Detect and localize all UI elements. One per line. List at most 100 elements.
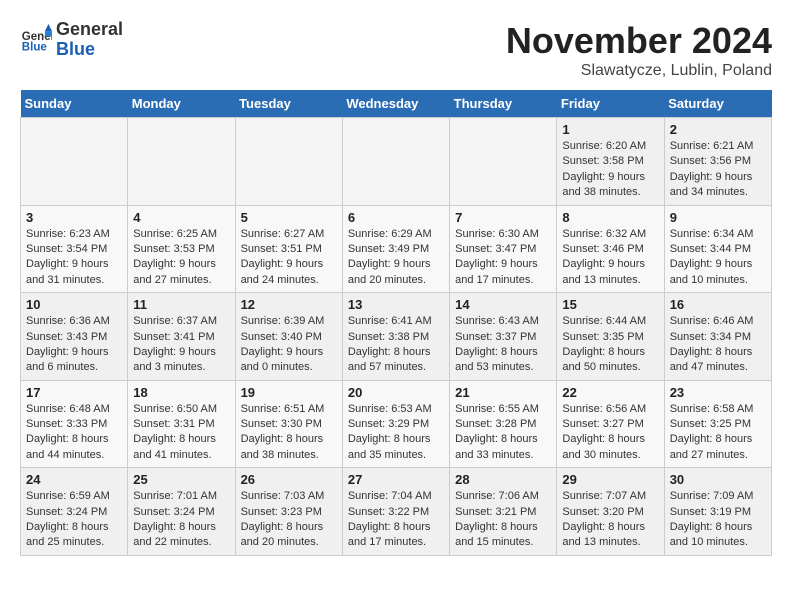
calendar-cell: [235, 118, 342, 206]
day-number: 2: [670, 122, 766, 137]
calendar-cell: 17 Sunrise: 6:48 AM Sunset: 3:33 PM Dayli…: [21, 380, 128, 468]
calendar-cell: 7 Sunrise: 6:30 AM Sunset: 3:47 PM Daylig…: [450, 205, 557, 293]
calendar-cell: 14Sunrise: 6:43 AM Sunset: 3:37 PM Dayli…: [450, 293, 557, 381]
weekday-header: Wednesday: [342, 90, 449, 118]
day-info: Sunrise: 6:21 AM Sunset: 3:56 PM Dayligh…: [670, 139, 766, 201]
calendar-week-row: 1Sunrise: 6:20 AM Sunset: 3:58 PM Daylig…: [21, 118, 772, 206]
day-number: 30: [670, 472, 766, 487]
calendar-cell: 1Sunrise: 6:20 AM Sunset: 3:58 PM Daylig…: [557, 118, 664, 206]
calendar-table: SundayMondayTuesdayWednesdayThursdayFrid…: [20, 90, 772, 556]
day-info: Sunrise: 6:59 AM Sunset: 3:24 PM Dayligh…: [26, 489, 122, 551]
day-number: 25: [133, 472, 229, 487]
weekday-header: Monday: [128, 90, 235, 118]
calendar-cell: 22 Sunrise: 6:56 AM Sunset: 3:27 PM Dayli…: [557, 380, 664, 468]
day-number: 4: [133, 210, 229, 225]
calendar-cell: 28 Sunrise: 7:06 AM Sunset: 3:21 PM Dayli…: [450, 468, 557, 556]
calendar-cell: 18 Sunrise: 6:50 AM Sunset: 3:31 PM Dayli…: [128, 380, 235, 468]
day-number: 10: [26, 297, 122, 312]
calendar-cell: 11 Sunrise: 6:37 AM Sunset: 3:41 PM Dayli…: [128, 293, 235, 381]
day-info: Sunrise: 7:06 AM Sunset: 3:21 PM Dayligh…: [455, 489, 551, 551]
day-info: Sunrise: 7:07 AM Sunset: 3:20 PM Dayligh…: [562, 489, 658, 551]
day-info: Sunrise: 6:55 AM Sunset: 3:28 PM Dayligh…: [455, 402, 551, 464]
day-number: 29: [562, 472, 658, 487]
day-number: 21: [455, 385, 551, 400]
day-info: Sunrise: 7:03 AM Sunset: 3:23 PM Dayligh…: [241, 489, 337, 551]
day-number: 12: [241, 297, 337, 312]
calendar-cell: 21 Sunrise: 6:55 AM Sunset: 3:28 PM Dayli…: [450, 380, 557, 468]
logo: General Blue General Blue: [20, 20, 123, 60]
weekday-header: Saturday: [664, 90, 771, 118]
calendar-week-row: 10 Sunrise: 6:36 AM Sunset: 3:43 PM Dayli…: [21, 293, 772, 381]
day-info: Sunrise: 6:23 AM Sunset: 3:54 PM Dayligh…: [26, 227, 122, 289]
calendar-cell: 9Sunrise: 6:34 AM Sunset: 3:44 PM Daylig…: [664, 205, 771, 293]
calendar-cell: 15Sunrise: 6:44 AM Sunset: 3:35 PM Dayli…: [557, 293, 664, 381]
day-info: Sunrise: 6:27 AM Sunset: 3:51 PM Dayligh…: [241, 227, 337, 289]
day-number: 24: [26, 472, 122, 487]
calendar-cell: [450, 118, 557, 206]
page-header: General Blue General Blue November 2024 …: [20, 20, 772, 80]
weekday-header: Friday: [557, 90, 664, 118]
calendar-cell: 23Sunrise: 6:58 AM Sunset: 3:25 PM Dayli…: [664, 380, 771, 468]
day-info: Sunrise: 6:37 AM Sunset: 3:41 PM Dayligh…: [133, 314, 229, 376]
day-number: 19: [241, 385, 337, 400]
day-info: Sunrise: 6:25 AM Sunset: 3:53 PM Dayligh…: [133, 227, 229, 289]
day-info: Sunrise: 7:09 AM Sunset: 3:19 PM Dayligh…: [670, 489, 766, 551]
day-info: Sunrise: 6:29 AM Sunset: 3:49 PM Dayligh…: [348, 227, 444, 289]
day-info: Sunrise: 7:04 AM Sunset: 3:22 PM Dayligh…: [348, 489, 444, 551]
day-info: Sunrise: 6:39 AM Sunset: 3:40 PM Dayligh…: [241, 314, 337, 376]
calendar-cell: 4 Sunrise: 6:25 AM Sunset: 3:53 PM Daylig…: [128, 205, 235, 293]
calendar-week-row: 24 Sunrise: 6:59 AM Sunset: 3:24 PM Dayli…: [21, 468, 772, 556]
calendar-week-row: 3Sunrise: 6:23 AM Sunset: 3:54 PM Daylig…: [21, 205, 772, 293]
calendar-cell: 3Sunrise: 6:23 AM Sunset: 3:54 PM Daylig…: [21, 205, 128, 293]
calendar-cell: 27Sunrise: 7:04 AM Sunset: 3:22 PM Dayli…: [342, 468, 449, 556]
calendar-cell: 20 Sunrise: 6:53 AM Sunset: 3:29 PM Dayli…: [342, 380, 449, 468]
day-number: 18: [133, 385, 229, 400]
day-number: 8: [562, 210, 658, 225]
day-number: 22: [562, 385, 658, 400]
day-info: Sunrise: 6:50 AM Sunset: 3:31 PM Dayligh…: [133, 402, 229, 464]
calendar-cell: 6Sunrise: 6:29 AM Sunset: 3:49 PM Daylig…: [342, 205, 449, 293]
day-info: Sunrise: 6:36 AM Sunset: 3:43 PM Dayligh…: [26, 314, 122, 376]
day-number: 26: [241, 472, 337, 487]
day-number: 9: [670, 210, 766, 225]
title-area: November 2024 Slawatycze, Lublin, Poland: [506, 20, 772, 80]
calendar-cell: 10 Sunrise: 6:36 AM Sunset: 3:43 PM Dayli…: [21, 293, 128, 381]
calendar-cell: 8 Sunrise: 6:32 AM Sunset: 3:46 PM Daylig…: [557, 205, 664, 293]
calendar-cell: 13Sunrise: 6:41 AM Sunset: 3:38 PM Dayli…: [342, 293, 449, 381]
day-number: 16: [670, 297, 766, 312]
calendar-cell: 29 Sunrise: 7:07 AM Sunset: 3:20 PM Dayli…: [557, 468, 664, 556]
day-number: 20: [348, 385, 444, 400]
calendar-cell: 25 Sunrise: 7:01 AM Sunset: 3:24 PM Dayli…: [128, 468, 235, 556]
calendar-cell: 5Sunrise: 6:27 AM Sunset: 3:51 PM Daylig…: [235, 205, 342, 293]
calendar-cell: 2 Sunrise: 6:21 AM Sunset: 3:56 PM Daylig…: [664, 118, 771, 206]
day-number: 17: [26, 385, 122, 400]
day-info: Sunrise: 7:01 AM Sunset: 3:24 PM Dayligh…: [133, 489, 229, 551]
day-info: Sunrise: 6:30 AM Sunset: 3:47 PM Dayligh…: [455, 227, 551, 289]
day-number: 28: [455, 472, 551, 487]
day-info: Sunrise: 6:53 AM Sunset: 3:29 PM Dayligh…: [348, 402, 444, 464]
day-info: Sunrise: 6:56 AM Sunset: 3:27 PM Dayligh…: [562, 402, 658, 464]
day-info: Sunrise: 6:46 AM Sunset: 3:34 PM Dayligh…: [670, 314, 766, 376]
day-info: Sunrise: 6:32 AM Sunset: 3:46 PM Dayligh…: [562, 227, 658, 289]
calendar-cell: 19 Sunrise: 6:51 AM Sunset: 3:30 PM Dayli…: [235, 380, 342, 468]
day-number: 1: [562, 122, 658, 137]
day-info: Sunrise: 6:48 AM Sunset: 3:33 PM Dayligh…: [26, 402, 122, 464]
day-number: 11: [133, 297, 229, 312]
calendar-cell: 30 Sunrise: 7:09 AM Sunset: 3:19 PM Dayli…: [664, 468, 771, 556]
calendar-header-row: SundayMondayTuesdayWednesdayThursdayFrid…: [21, 90, 772, 118]
day-info: Sunrise: 6:44 AM Sunset: 3:35 PM Dayligh…: [562, 314, 658, 376]
weekday-header: Thursday: [450, 90, 557, 118]
logo-text: General Blue: [56, 20, 123, 60]
calendar-cell: 12 Sunrise: 6:39 AM Sunset: 3:40 PM Dayli…: [235, 293, 342, 381]
svg-text:Blue: Blue: [22, 41, 48, 53]
logo-icon: General Blue: [20, 24, 52, 56]
day-number: 7: [455, 210, 551, 225]
calendar-cell: [128, 118, 235, 206]
day-info: Sunrise: 6:43 AM Sunset: 3:37 PM Dayligh…: [455, 314, 551, 376]
day-number: 13: [348, 297, 444, 312]
day-number: 23: [670, 385, 766, 400]
location: Slawatycze, Lublin, Poland: [506, 62, 772, 80]
weekday-header: Tuesday: [235, 90, 342, 118]
calendar-cell: 24 Sunrise: 6:59 AM Sunset: 3:24 PM Dayli…: [21, 468, 128, 556]
day-info: Sunrise: 6:51 AM Sunset: 3:30 PM Dayligh…: [241, 402, 337, 464]
